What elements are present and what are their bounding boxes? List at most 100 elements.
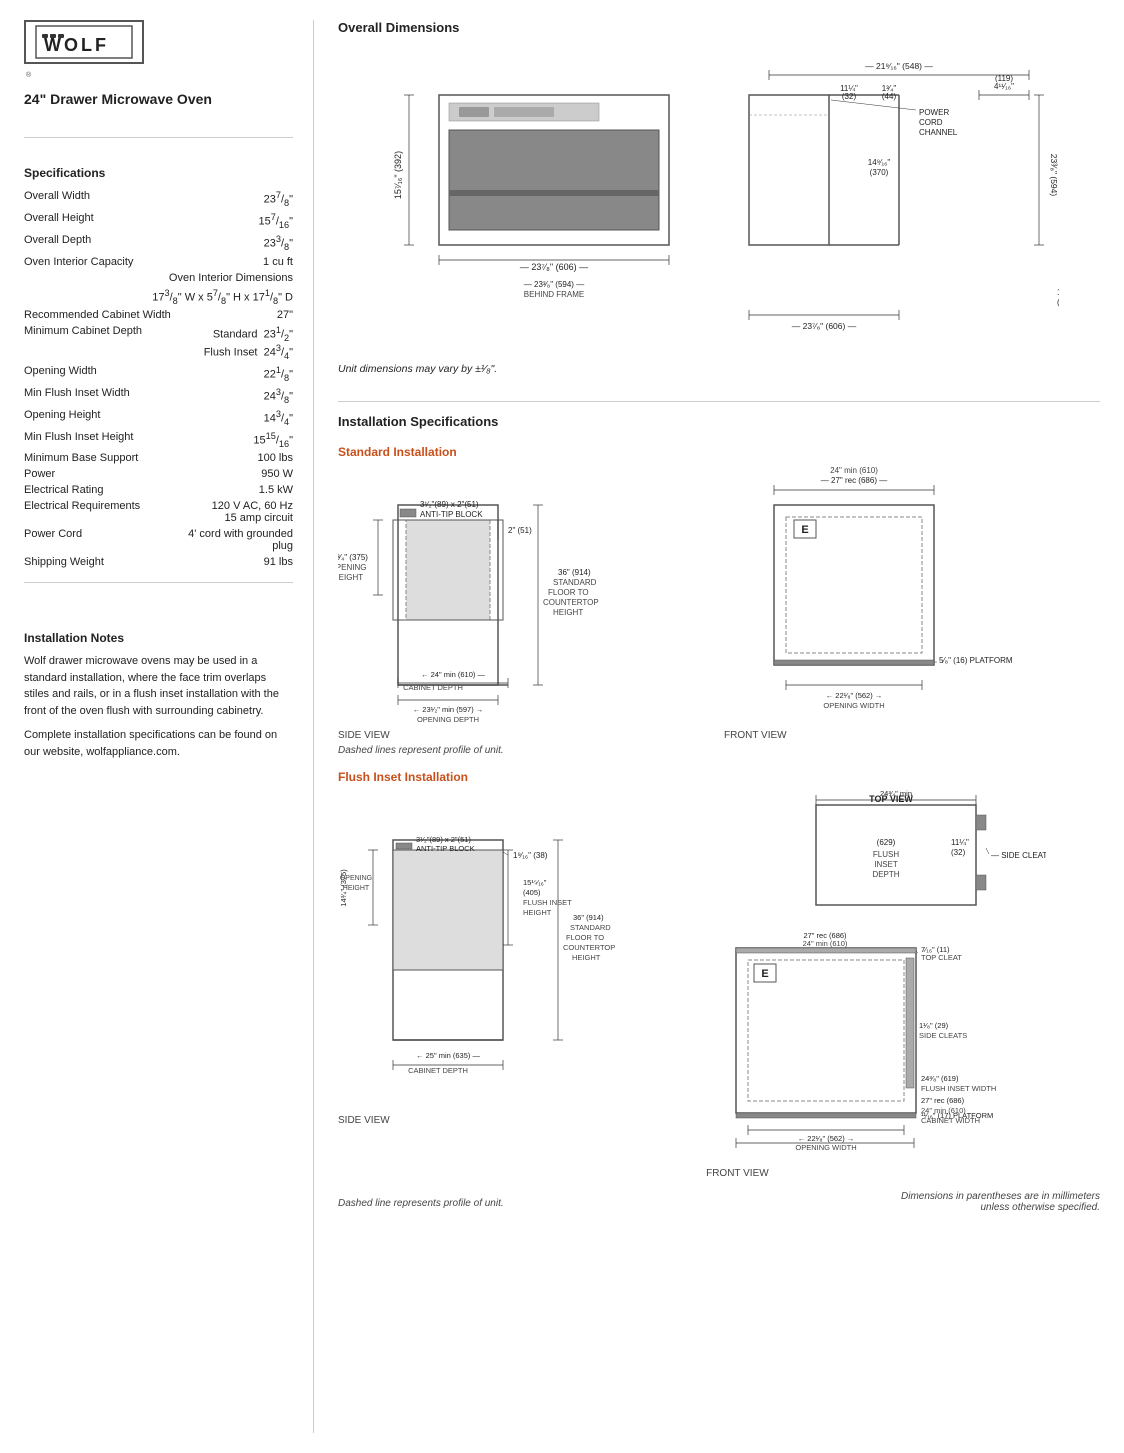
svg-text:24³⁄₈" (619): 24³⁄₈" (619) bbox=[921, 1074, 959, 1083]
svg-text:STANDARD: STANDARD bbox=[553, 578, 597, 587]
flush-front-svg: E 7⁄₁₆" (11) TOP CLEAT 1¹⁄₈" (29) SIDE C… bbox=[706, 928, 1046, 1158]
svg-text:STANDARD: STANDARD bbox=[570, 923, 611, 932]
spec-row: Overall Depth 233/8" bbox=[24, 232, 293, 254]
spec-value: 1.5 kW bbox=[180, 482, 293, 498]
spec-row: Oven Interior Dimensions bbox=[24, 270, 293, 286]
svg-text:11¼": 11¼" bbox=[951, 838, 969, 847]
product-title: 24" Drawer Microwave Oven bbox=[24, 91, 293, 107]
svg-text:← 22¹⁄₈" (562) →: ← 22¹⁄₈" (562) → bbox=[798, 1134, 855, 1143]
logo-text: WOLF bbox=[34, 24, 134, 60]
spec-row: Opening Height 143/4" bbox=[24, 407, 293, 429]
spec-label: Opening Width bbox=[24, 363, 180, 385]
flush-install-diagrams: 3¹⁄₂"(89) x 2"(51) ANTI-TIP BLOCK 1⁹⁄₁₆"… bbox=[338, 790, 1100, 1179]
svg-text:(405): (405) bbox=[523, 888, 541, 897]
spec-row: Minimum Base Support 100 lbs bbox=[24, 450, 293, 466]
spec-value: 221/8" bbox=[180, 363, 293, 385]
svg-text:14³⁄₄" (375): 14³⁄₄" (375) bbox=[338, 553, 368, 562]
standard-side-svg: 3¹⁄₂"(89) x 2"(51) ANTI-TIP BLOCK 14³⁄₄"… bbox=[338, 465, 648, 725]
standard-install-title: Standard Installation bbox=[338, 445, 1100, 459]
svg-text:(32): (32) bbox=[951, 848, 966, 857]
spec-row: Electrical Rating 1.5 kW bbox=[24, 482, 293, 498]
svg-text:(119): (119) bbox=[995, 74, 1013, 83]
divider-1 bbox=[24, 137, 293, 138]
spec-row: Minimum Cabinet Depth Standard 231/2" Fl… bbox=[24, 323, 293, 363]
spec-row: Overall Width 237/8" bbox=[24, 188, 293, 210]
spec-value: 237/8" bbox=[180, 188, 293, 210]
svg-text:HEIGHT: HEIGHT bbox=[523, 908, 552, 917]
install-notes-title: Installation Notes bbox=[24, 631, 293, 645]
spec-label: Power bbox=[24, 466, 180, 482]
spec-label: Overall Height bbox=[24, 210, 180, 232]
divider-2 bbox=[24, 582, 293, 583]
svg-text:24" min (610): 24" min (610) bbox=[803, 939, 848, 948]
unit-note: Unit dimensions may vary by ±¹⁄₈". bbox=[338, 363, 1100, 375]
left-column: WOLF ® 24" Drawer Microwave Oven Specifi… bbox=[24, 20, 314, 1433]
svg-text:36" (914): 36" (914) bbox=[573, 913, 604, 922]
svg-text:— 23⁷⁄₈" (606) —: — 23⁷⁄₈" (606) — bbox=[520, 262, 588, 272]
svg-text:4¹¹⁄₁₆": 4¹¹⁄₁₆" bbox=[994, 82, 1014, 91]
svg-text:3¹⁄₂"(89) x 2"(51): 3¹⁄₂"(89) x 2"(51) bbox=[416, 835, 471, 844]
svg-text:23³⁄₈" (594): 23³⁄₈" (594) bbox=[1049, 154, 1059, 197]
spec-label: Power Cord bbox=[24, 526, 180, 554]
svg-text:(32): (32) bbox=[842, 92, 857, 101]
svg-text:— 27" rec (686) —: — 27" rec (686) — bbox=[821, 476, 887, 485]
svg-text:CABINET DEPTH: CABINET DEPTH bbox=[408, 1066, 468, 1075]
svg-text:CORD: CORD bbox=[919, 118, 943, 127]
svg-text:ANTI-TIP BLOCK: ANTI-TIP BLOCK bbox=[420, 510, 483, 519]
spec-value: 950 W bbox=[180, 466, 293, 482]
svg-text:FLUSH INSET WIDTH: FLUSH INSET WIDTH bbox=[921, 1084, 996, 1093]
svg-text:(370): (370) bbox=[870, 168, 889, 177]
spec-label: Overall Depth bbox=[24, 232, 180, 254]
spec-label: Min Flush Inset Height bbox=[24, 429, 180, 451]
flush-install-title: Flush Inset Installation bbox=[338, 770, 1100, 784]
svg-text:FLOOR TO: FLOOR TO bbox=[548, 588, 589, 597]
spec-row: Shipping Weight 91 lbs bbox=[24, 554, 293, 570]
spec-row: Oven Interior Capacity 1 cu ft bbox=[24, 254, 293, 270]
flush-front-label: FRONT VIEW bbox=[706, 1168, 1100, 1179]
spec-label: Electrical Requirements bbox=[24, 498, 180, 526]
svg-text:INSET: INSET bbox=[874, 860, 898, 869]
dashed-note-2: Dashed line represents profile of unit. bbox=[338, 1198, 504, 1209]
svg-text:CABINET WIDTH: CABINET WIDTH bbox=[796, 928, 855, 930]
spec-label: Opening Height bbox=[24, 407, 180, 429]
svg-text:E: E bbox=[801, 524, 808, 536]
spec-row: Power Cord 4' cord with grounded plug bbox=[24, 526, 293, 554]
spec-label: Minimum Base Support bbox=[24, 450, 180, 466]
svg-text:— 23⁷⁄₈" (606) —: — 23⁷⁄₈" (606) — bbox=[792, 321, 857, 331]
spec-value: 157/16" bbox=[180, 210, 293, 232]
svg-text:— 23³⁄₈" (594) —: — 23³⁄₈" (594) — bbox=[524, 280, 584, 289]
svg-text:← 22¹⁄₈" (562) →: ← 22¹⁄₈" (562) → bbox=[826, 691, 883, 700]
spec-row: 173/8" W x 57/8" H x 171/8" D bbox=[24, 286, 293, 308]
spec-label: Oven Interior Dimensions bbox=[24, 270, 293, 286]
specs-title: Specifications bbox=[24, 166, 293, 180]
svg-text:OPENING WIDTH: OPENING WIDTH bbox=[795, 1143, 856, 1152]
install-notes-section: Installation Notes Wolf drawer microwave… bbox=[24, 615, 293, 768]
flush-side-view: 3¹⁄₂"(89) x 2"(51) ANTI-TIP BLOCK 1⁹⁄₁₆"… bbox=[338, 790, 696, 1179]
standard-front-view: E 5⁄₈" (16) PLATFORM ← 22¹⁄₈" (562) → OP… bbox=[724, 465, 1100, 741]
svg-text:(419): (419) bbox=[1057, 298, 1059, 307]
spec-value: 1515/16" bbox=[180, 429, 293, 451]
registered-mark: ® bbox=[26, 72, 293, 79]
spec-label: Electrical Rating bbox=[24, 482, 180, 498]
svg-text:— 21⁹⁄₁₆" (548) —: — 21⁹⁄₁₆" (548) — bbox=[865, 61, 933, 71]
spec-row: Power 950 W bbox=[24, 466, 293, 482]
svg-text:POWER: POWER bbox=[919, 108, 949, 117]
spec-row: Overall Height 157/16" bbox=[24, 210, 293, 232]
standard-side-view: 3¹⁄₂"(89) x 2"(51) ANTI-TIP BLOCK 14³⁄₄"… bbox=[338, 465, 714, 741]
svg-text:HEIGHT: HEIGHT bbox=[553, 608, 583, 617]
svg-text:15¹⁵⁄₁₆": 15¹⁵⁄₁₆" bbox=[523, 878, 547, 887]
flush-side-svg: 3¹⁄₂"(89) x 2"(51) ANTI-TIP BLOCK 1⁹⁄₁₆"… bbox=[338, 790, 648, 1110]
flush-front-view: TOP VIEW — SIDE CLEATS 24³⁄₄" min (629) … bbox=[706, 790, 1100, 1179]
spec-row: Opening Width 221/8" bbox=[24, 363, 293, 385]
divider-3 bbox=[338, 401, 1100, 402]
svg-text:BEHIND FRAME: BEHIND FRAME bbox=[524, 290, 584, 299]
svg-text:1⁹⁄₁₆" (38): 1⁹⁄₁₆" (38) bbox=[513, 851, 548, 860]
svg-text:1¹⁄₈" (29): 1¹⁄₈" (29) bbox=[919, 1021, 949, 1030]
svg-text:COUNTERTOP: COUNTERTOP bbox=[563, 943, 615, 952]
install-specs-title: Installation Specifications bbox=[338, 414, 1100, 429]
spec-value: 173/8" W x 57/8" H x 171/8" D bbox=[24, 286, 293, 308]
spec-label: Oven Interior Capacity bbox=[24, 254, 180, 270]
svg-text:24" min (610): 24" min (610) bbox=[921, 1106, 966, 1115]
svg-text:(629): (629) bbox=[877, 838, 896, 847]
svg-text:HEIGHT: HEIGHT bbox=[338, 573, 363, 582]
